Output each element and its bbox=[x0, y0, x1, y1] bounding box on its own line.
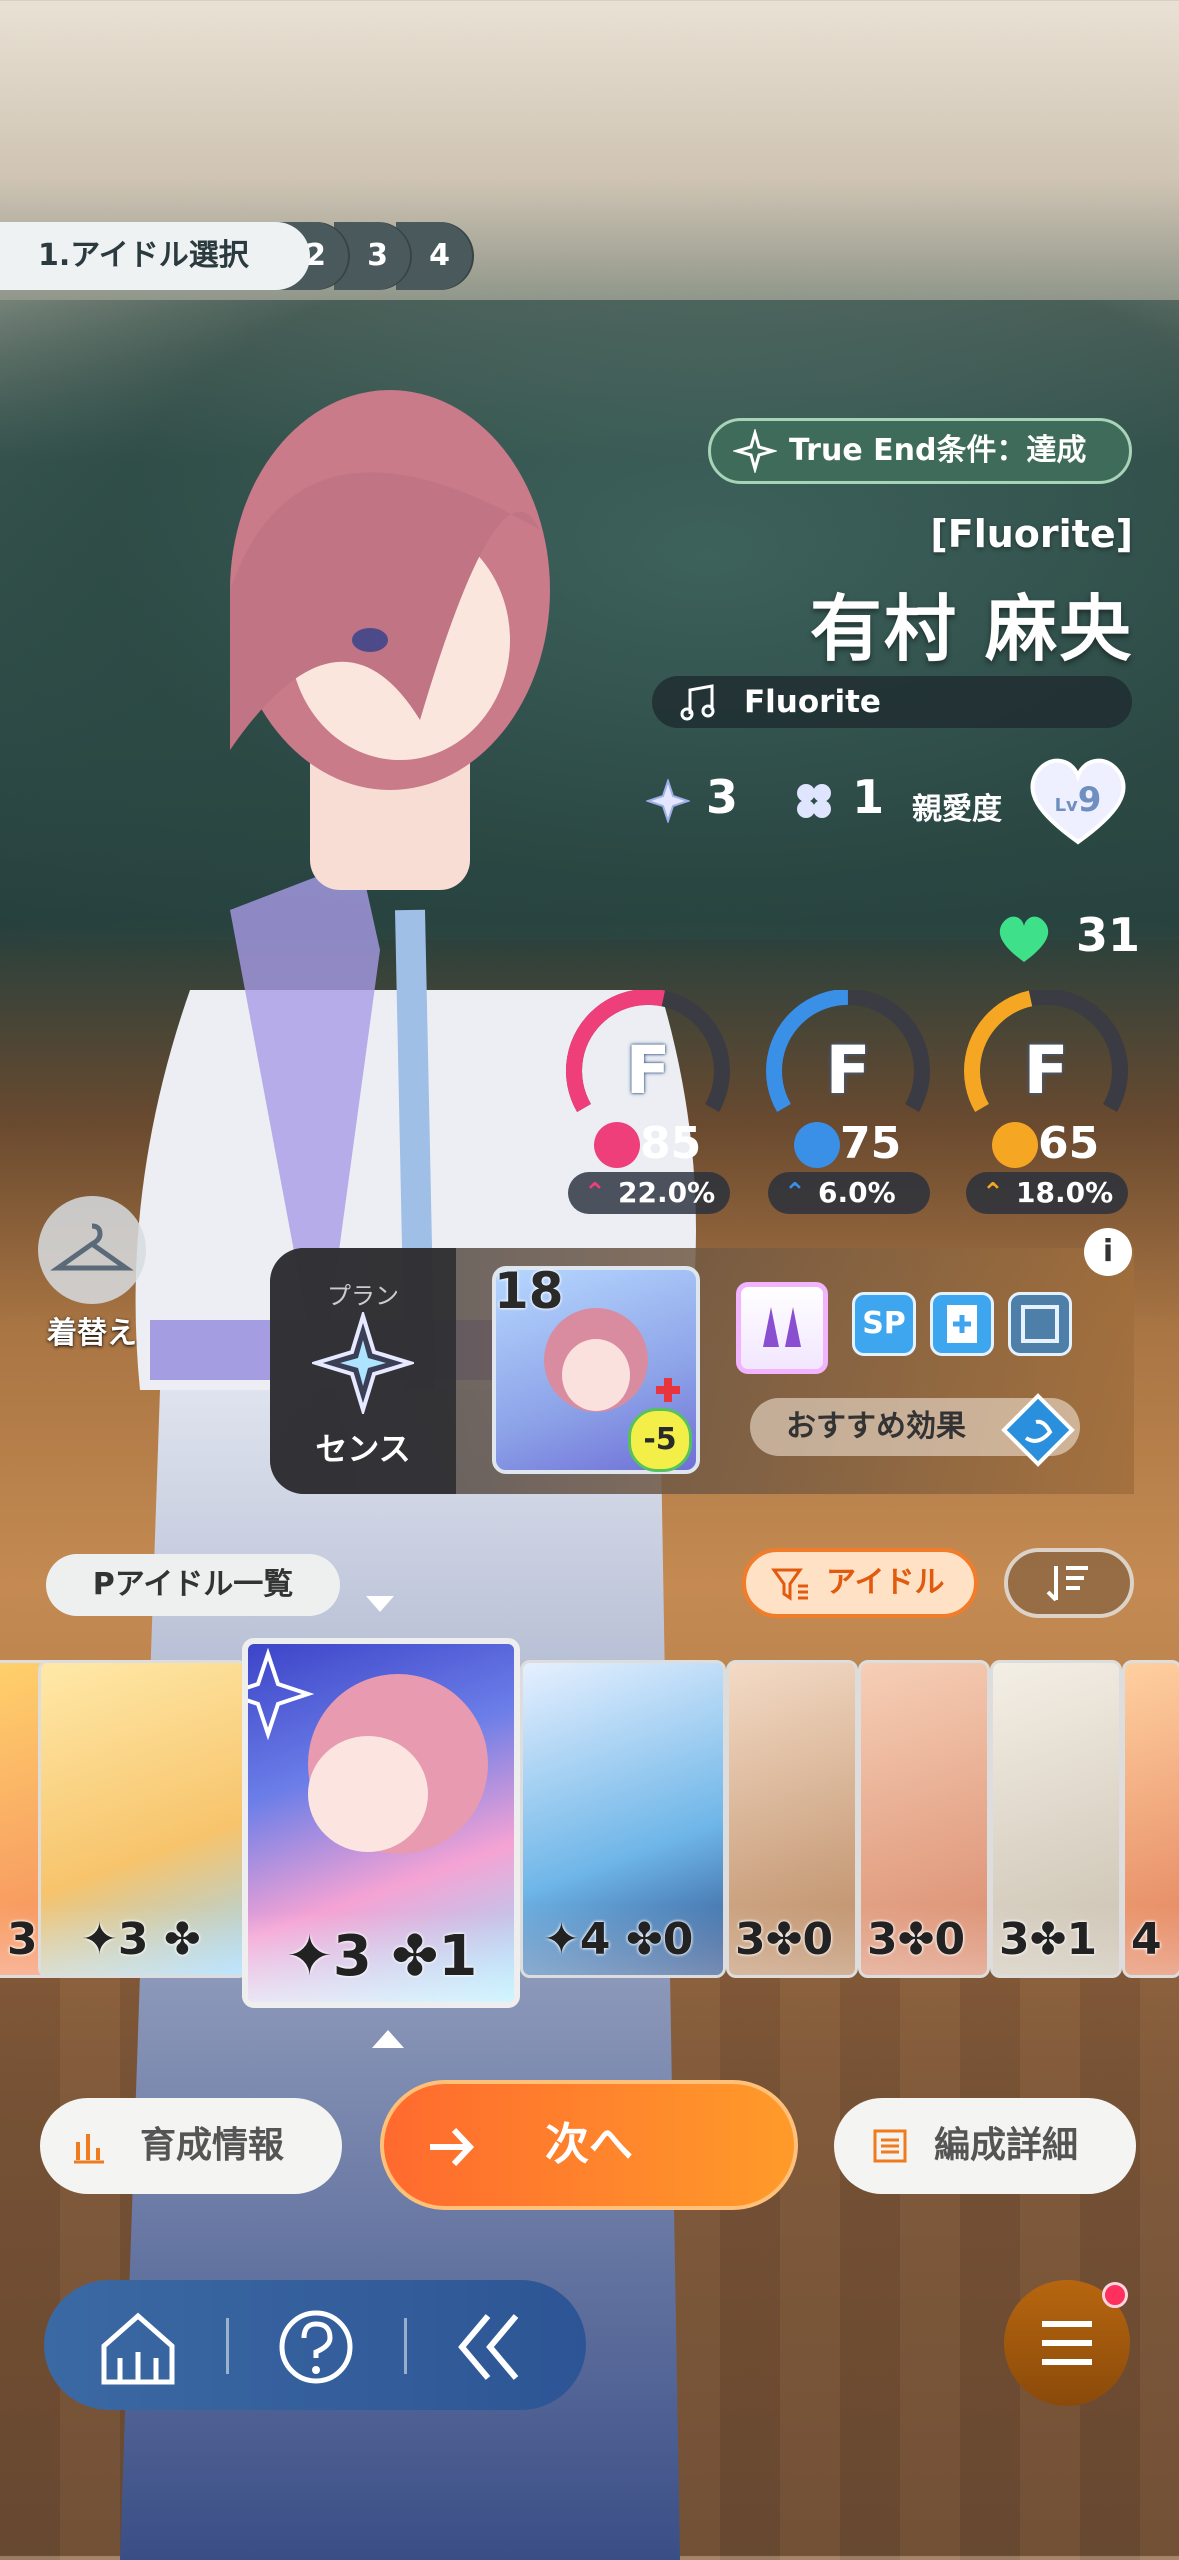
clover-icon bbox=[797, 783, 832, 818]
vocal-growth: ⌃ 22.0% bbox=[568, 1172, 730, 1214]
formation-detail-button[interactable]: 編成詳細 bbox=[834, 2098, 1136, 2194]
dance-gauge: F 75 ⌃ 6.0% bbox=[760, 990, 936, 1220]
sort-button[interactable] bbox=[1004, 1548, 1134, 1618]
song-title: Fluorite bbox=[744, 684, 881, 720]
plus-card-icon bbox=[947, 1305, 977, 1343]
p-card-cost: 18 bbox=[494, 1262, 564, 1320]
selection-pointer-down bbox=[366, 1596, 394, 1612]
idol-name: 有村 麻央 bbox=[809, 587, 1133, 671]
idol-card-selected[interactable]: ✦3 ✤1 bbox=[242, 1638, 520, 2008]
star-sparkle-icon bbox=[646, 778, 690, 823]
step-tab-1-active[interactable]: 1.アイドル選択 bbox=[0, 222, 310, 290]
idol-filter-button[interactable]: アイドル bbox=[742, 1548, 978, 1618]
idol-card-8[interactable]: 4 bbox=[1122, 1660, 1179, 1978]
dance-value: 75 bbox=[840, 1118, 902, 1169]
dance-icon bbox=[794, 1122, 840, 1168]
idol-card-6[interactable]: 3✤0 bbox=[858, 1660, 990, 1978]
next-label: 次へ bbox=[545, 2119, 633, 2170]
sparkle-icon bbox=[733, 429, 777, 473]
plan-title: プラン bbox=[327, 1282, 399, 1310]
vocal-value: 85 bbox=[640, 1118, 702, 1169]
true-end-badge: True End条件：達成 bbox=[708, 418, 1132, 484]
idol-card-4[interactable]: ✦4 ✤0 bbox=[520, 1660, 726, 1978]
visual-grade: F bbox=[1023, 1032, 1069, 1109]
idol-card-7[interactable]: 3✤1 bbox=[990, 1660, 1122, 1978]
sense-plan-icon bbox=[312, 1312, 414, 1414]
dance-grade: F bbox=[825, 1032, 871, 1109]
training-info-button[interactable]: 育成情報 bbox=[40, 2098, 342, 2194]
idol-card-subtitle: [Fluorite] bbox=[930, 512, 1133, 556]
formation-detail-label: 編成詳細 bbox=[934, 2125, 1079, 2166]
change-outfit-label: 着替え bbox=[47, 1316, 137, 1351]
earring-item-button[interactable] bbox=[736, 1282, 828, 1374]
p-idol-list-title: Pアイドル一覧 bbox=[46, 1554, 340, 1616]
idol-card-2[interactable]: ✦3 ✤ bbox=[38, 1660, 248, 1978]
idol-rarity-counts: 3 1 bbox=[646, 770, 884, 840]
idol-filter-label: アイドル bbox=[826, 1565, 945, 1600]
dance-growth: ⌃ 6.0% bbox=[768, 1172, 930, 1214]
plan-name: センス bbox=[315, 1430, 411, 1468]
search-card-item-button[interactable] bbox=[1008, 1292, 1072, 1356]
nav-divider bbox=[404, 2318, 407, 2374]
plus-card-item-button[interactable] bbox=[930, 1292, 994, 1356]
visual-value: 65 bbox=[1038, 1118, 1100, 1169]
star-count: 3 bbox=[706, 770, 739, 824]
visual-gauge: F 65 ⌃ 18.0% bbox=[958, 990, 1134, 1220]
earring-icon bbox=[763, 1307, 801, 1347]
selection-pointer-up bbox=[372, 2030, 404, 2048]
sp-item-button[interactable]: SP bbox=[852, 1292, 916, 1356]
heart-count: 31 bbox=[1076, 908, 1141, 962]
affection-level: Lv9 bbox=[1054, 780, 1102, 820]
vocal-gauge: F 85 ⌃ 22.0% bbox=[560, 990, 736, 1220]
bar-chart-icon bbox=[74, 2134, 104, 2164]
affection-label: 親愛度 bbox=[912, 792, 1002, 827]
change-outfit-button[interactable] bbox=[38, 1196, 146, 1304]
back-icon[interactable] bbox=[450, 2308, 534, 2386]
info-button[interactable]: i bbox=[1084, 1228, 1132, 1276]
list-icon bbox=[873, 2129, 907, 2163]
search-card-icon bbox=[1021, 1305, 1059, 1343]
swan-effect-icon bbox=[1001, 1393, 1075, 1467]
help-icon[interactable] bbox=[274, 2308, 358, 2386]
song-bar: Fluorite bbox=[652, 676, 1132, 728]
vocal-grade: F bbox=[625, 1032, 671, 1109]
home-icon[interactable] bbox=[96, 2308, 180, 2386]
true-end-label: True End条件：達成 bbox=[789, 433, 1087, 468]
next-button[interactable]: 次へ bbox=[380, 2080, 798, 2210]
visual-icon bbox=[992, 1122, 1038, 1168]
p-card-delta: -5 bbox=[628, 1408, 692, 1472]
sort-icon bbox=[1046, 1566, 1088, 1602]
arrow-right-icon bbox=[430, 2127, 475, 2167]
visual-growth: ⌃ 18.0% bbox=[966, 1172, 1128, 1214]
heart-point-count: 31 bbox=[996, 908, 1140, 964]
nav-divider bbox=[226, 2318, 229, 2374]
clover-count: 1 bbox=[852, 770, 885, 824]
training-info-label: 育成情報 bbox=[140, 2125, 285, 2166]
microphone-icon bbox=[594, 1122, 640, 1168]
music-note-icon bbox=[680, 684, 715, 721]
filter-icon bbox=[771, 1568, 808, 1601]
selected-idol-illustration bbox=[248, 1647, 488, 1854]
notification-dot bbox=[1102, 2282, 1128, 2308]
idol-card-5[interactable]: 3✤0 bbox=[726, 1660, 858, 1978]
hanger-icon bbox=[50, 1223, 134, 1271]
green-heart-icon bbox=[999, 916, 1049, 962]
